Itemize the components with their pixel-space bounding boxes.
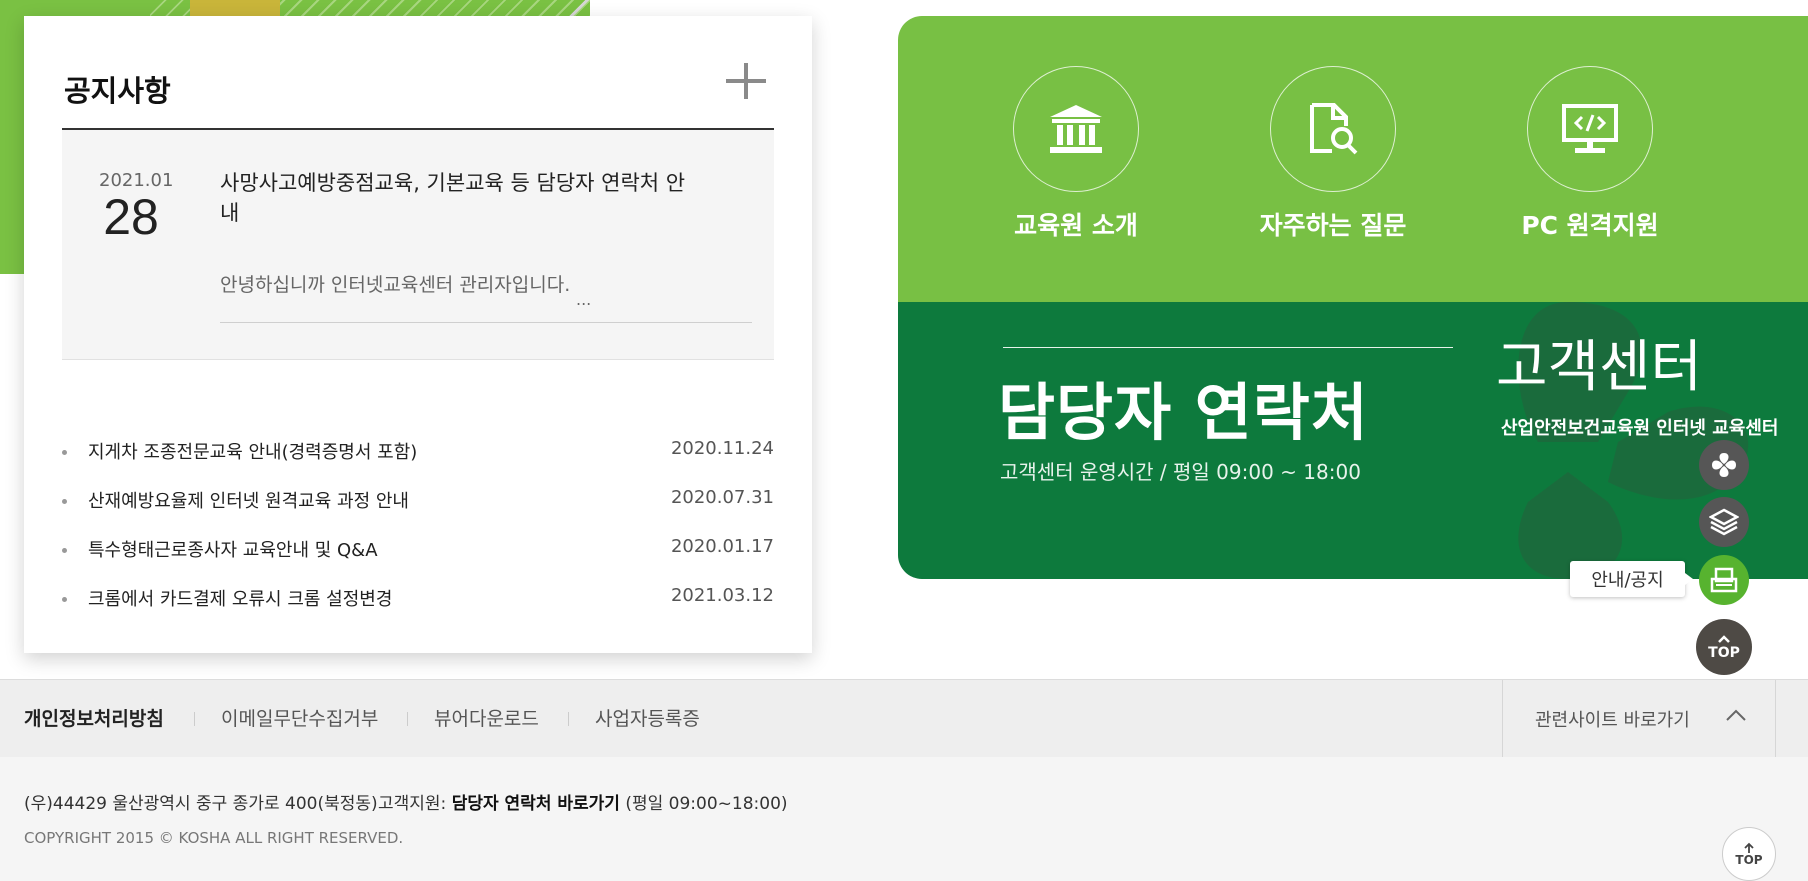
quick-link-faq[interactable]: 자주하는 질문 — [1223, 66, 1443, 242]
chevron-up-icon — [1726, 709, 1746, 721]
bullet-icon — [62, 499, 67, 504]
notice-item-date: 2021.03.12 — [670, 585, 774, 606]
contact-title[interactable]: 담당자 연락처 — [998, 362, 1369, 452]
notice-title: 공지사항 — [64, 74, 171, 108]
quick-link-label: 자주하는 질문 — [1259, 211, 1407, 240]
customer-center: 담당자 연락처 고객센터 운영시간 / 평일 09:00 ~ 18:00 고객센… — [898, 302, 1808, 579]
notice-item-title[interactable]: 지게차 조종전문교육 안내(경력증명서 포함) — [88, 438, 417, 464]
page: 공지사항 2021.01 28 사망사고예방중점교육, 기본교육 등 담당자 연… — [0, 0, 1808, 881]
related-sites-label: 관련사이트 바로가기 — [1535, 710, 1690, 731]
quick-link-institute[interactable]: 교육원 소개 — [966, 66, 1186, 242]
featured-notice-divider — [220, 322, 752, 323]
scroll-top-label: TOP — [1708, 644, 1740, 661]
contact-divider — [1003, 347, 1453, 348]
footer-link-bar: 개인정보처리방침 이메일무단수집거부 뷰어다운로드 사업자등록증 관련사이트 바… — [0, 679, 1808, 758]
floating-layers-button[interactable] — [1699, 497, 1749, 547]
footer-separator — [407, 712, 408, 726]
footer-support-prefix: 고객지원: — [378, 794, 447, 814]
footer-copyright: COPYRIGHT 2015 © KOSHA ALL RIGHT RESERVE… — [24, 829, 404, 847]
footer-top-button[interactable]: TOP — [1722, 827, 1776, 881]
notice-item-date: 2020.11.24 — [670, 438, 774, 459]
monitor-code-icon — [1562, 104, 1618, 153]
related-sites-dropdown[interactable]: 관련사이트 바로가기 — [1502, 680, 1776, 758]
footer-link-viewer-download[interactable]: 뷰어다운로드 — [434, 704, 539, 731]
quick-link-circle — [1270, 66, 1396, 192]
floating-tooltip: 안내/공지 — [1570, 561, 1693, 597]
notice-item-date: 2020.07.31 — [670, 487, 774, 508]
footer-link-business-license[interactable]: 사업자등록증 — [595, 704, 700, 731]
footer-support: 고객지원: 담당자 연락처 바로가기 (평일 09:00~18:00) — [378, 789, 788, 814]
scroll-top-button[interactable]: TOP — [1696, 619, 1752, 675]
notice-item-title[interactable]: 크롬에서 카드결제 오류시 크롬 설정변경 — [88, 585, 392, 611]
quick-link-circle — [1013, 66, 1139, 192]
plus-icon[interactable] — [724, 59, 768, 103]
floating-pinwheel-button[interactable] — [1699, 440, 1749, 490]
chevron-up-icon — [1718, 634, 1730, 643]
layers-icon — [1709, 508, 1739, 536]
notice-list: 지게차 조종전문교육 안내(경력증명서 포함) 2020.11.24 산재예방요… — [62, 434, 774, 630]
notice-card: 공지사항 2021.01 28 사망사고예방중점교육, 기본교육 등 담당자 연… — [24, 16, 812, 653]
footer-link-email-policy[interactable]: 이메일무단수집거부 — [221, 704, 378, 731]
background-stripe-decoration — [150, 0, 590, 16]
list-item[interactable]: 특수형태근로종사자 교육안내 및 Q&A 2020.01.17 — [62, 532, 774, 581]
service-panel: 교육원 소개 자주하는 질문 PC 원격지원 담당자 연락처 고객센터 운영시간… — [898, 16, 1808, 579]
footer-support-hours: (평일 09:00~18:00) — [625, 794, 788, 814]
customer-center-subtitle: 산업안전보건교육원 인터넷 교육센터 — [1501, 418, 1779, 439]
bullet-icon — [62, 450, 67, 455]
featured-date-day: 28 — [103, 189, 159, 245]
customer-center-title: 고객센터 — [1496, 335, 1703, 400]
pinwheel-icon — [1712, 453, 1736, 477]
bullet-icon — [62, 548, 67, 553]
featured-notice-title[interactable]: 사망사고예방중점교육, 기본교육 등 담당자 연락처 안내 — [220, 168, 690, 228]
footer-link-privacy[interactable]: 개인정보처리방침 — [24, 704, 164, 731]
background-line-decoration — [560, 0, 600, 16]
floating-notice-button[interactable] — [1699, 555, 1749, 605]
footer-support-link[interactable]: 담당자 연락처 바로가기 — [452, 794, 620, 814]
footer-separator — [194, 712, 195, 726]
list-item[interactable]: 크롬에서 카드결제 오류시 크롬 설정변경 2021.03.12 — [62, 581, 774, 630]
notice-item-title[interactable]: 특수형태근로종사자 교육안내 및 Q&A — [88, 536, 378, 562]
document-search-icon — [1310, 103, 1358, 155]
footer-top-label: TOP — [1735, 853, 1763, 867]
quick-link-label: PC 원격지원 — [1521, 211, 1659, 240]
list-item[interactable]: 지게차 조종전문교육 안내(경력증명서 포함) 2020.11.24 — [62, 434, 774, 483]
footer-info: (우)44429 울산광역시 중구 종가로 400(북정동) 고객지원: 담당자… — [0, 757, 1808, 881]
notice-board-icon — [1710, 567, 1738, 593]
quick-link-circle — [1527, 66, 1653, 192]
quick-link-label: 교육원 소개 — [1014, 211, 1138, 240]
footer-address: (우)44429 울산광역시 중구 종가로 400(북정동) — [24, 794, 378, 814]
featured-notice-ellipsis: ... — [576, 290, 592, 309]
quick-links-area: 교육원 소개 자주하는 질문 PC 원격지원 — [898, 16, 1808, 302]
notice-item-date: 2020.01.17 — [670, 536, 774, 557]
featured-notice[interactable]: 2021.01 28 사망사고예방중점교육, 기본교육 등 담당자 연락처 안내… — [62, 130, 774, 360]
quick-link-remote-support[interactable]: PC 원격지원 — [1480, 66, 1700, 242]
bullet-icon — [62, 597, 67, 602]
footer-separator — [568, 712, 569, 726]
notice-item-title[interactable]: 산재예방요율제 인터넷 원격교육 과정 안내 — [88, 487, 409, 513]
list-item[interactable]: 산재예방요율제 인터넷 원격교육 과정 안내 2020.07.31 — [62, 483, 774, 532]
institution-icon — [1050, 105, 1102, 153]
customer-center-hours: 고객센터 운영시간 / 평일 09:00 ~ 18:00 — [1000, 460, 1361, 484]
